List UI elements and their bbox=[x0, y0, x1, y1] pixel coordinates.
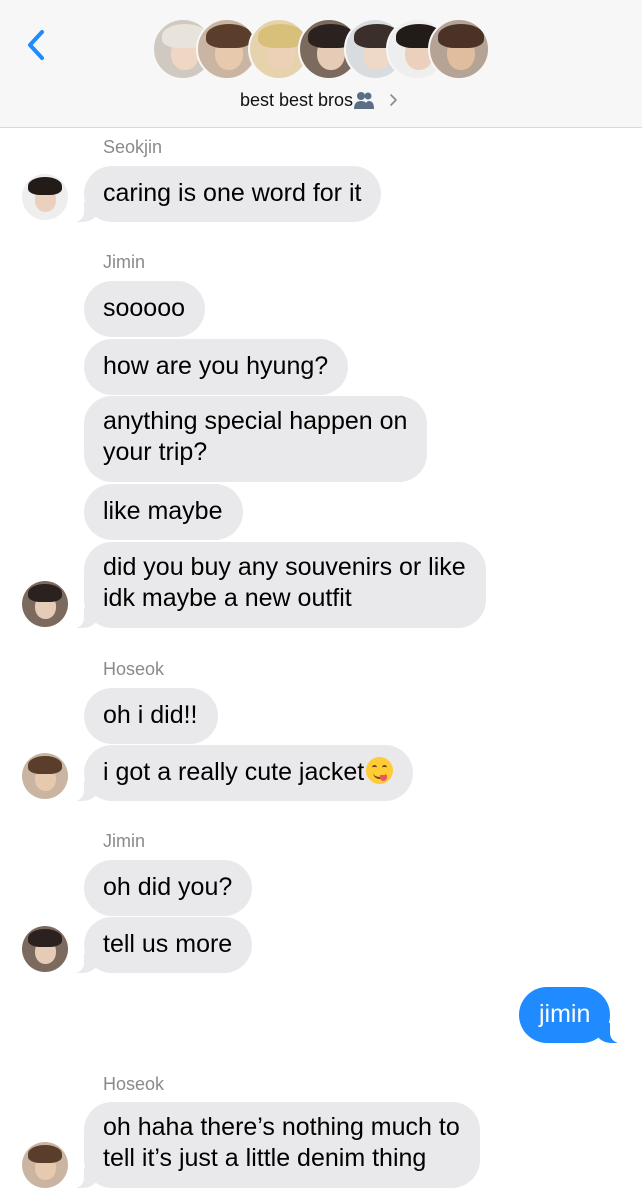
message-bubble[interactable]: caring is one word for it bbox=[71, 166, 382, 222]
message-text: sooooo bbox=[103, 294, 186, 322]
sender-name: Seokjin bbox=[103, 137, 163, 157]
avatar-hair bbox=[438, 24, 484, 48]
avatar-hair bbox=[28, 177, 62, 195]
avatar-hair bbox=[28, 929, 62, 947]
chevron-right-icon bbox=[390, 94, 397, 107]
message-bubble[interactable]: oh i did!! bbox=[84, 688, 218, 744]
message-text-line: oh haha there’s nothing much to bbox=[103, 1113, 460, 1141]
sender-avatar[interactable] bbox=[22, 1142, 68, 1188]
sender-avatar[interactable] bbox=[22, 581, 68, 627]
message-text-line: tell it’s just a little denim thing bbox=[103, 1144, 427, 1172]
sender-avatar[interactable] bbox=[22, 753, 68, 799]
message-text: jimin bbox=[539, 1000, 591, 1028]
sender-name: Hoseok bbox=[103, 659, 165, 679]
sender-name: Jimin bbox=[103, 252, 146, 272]
sender-avatar[interactable] bbox=[22, 174, 68, 220]
avatar-hair bbox=[28, 1145, 62, 1163]
message-bubble[interactable]: oh did you? bbox=[84, 860, 253, 916]
outgoing-message-bubble[interactable]: jimin bbox=[519, 987, 623, 1043]
message-bubble[interactable]: like maybe bbox=[84, 484, 243, 540]
message-bubble[interactable]: oh haha there’s nothing much to tell it’… bbox=[72, 1102, 480, 1188]
message-text-line: idk maybe a new outfit bbox=[103, 584, 352, 612]
message-text-line: did you buy any souvenirs or like bbox=[103, 553, 466, 581]
group-name: best best bros bbox=[239, 90, 354, 111]
message-text: oh did you? bbox=[103, 873, 233, 901]
message-text-line: your trip? bbox=[103, 438, 208, 466]
message-bubble[interactable]: sooooo bbox=[84, 281, 206, 337]
message-bubble[interactable]: did you buy any souvenirs or like idk ma… bbox=[72, 542, 486, 628]
conversation-header: best best bros bbox=[0, 0, 642, 128]
sender-name: Jimin bbox=[103, 831, 146, 851]
message-bubble[interactable]: tell us more bbox=[71, 917, 253, 973]
group-avatar-stack[interactable] bbox=[152, 18, 492, 84]
sender-avatar[interactable] bbox=[22, 926, 68, 972]
people-icon bbox=[354, 92, 375, 110]
message-bubble[interactable]: how are you hyung? bbox=[84, 339, 349, 395]
message-bubble[interactable]: anything special happen on your trip? bbox=[84, 396, 428, 482]
message-text: caring is one word for it bbox=[103, 179, 362, 207]
avatar-hair bbox=[258, 24, 304, 48]
sender-name: Hoseok bbox=[103, 1074, 165, 1094]
avatar-hair bbox=[206, 24, 252, 48]
avatar-hair bbox=[28, 756, 62, 774]
message-text: tell us more bbox=[103, 930, 233, 958]
back-button[interactable] bbox=[22, 26, 52, 66]
message-text: like maybe bbox=[103, 497, 223, 525]
avatar-hair bbox=[28, 584, 62, 602]
face-savoring-food-emoji bbox=[366, 757, 394, 784]
chevron-left-icon bbox=[28, 30, 44, 60]
message-text: how are you hyung? bbox=[103, 352, 329, 380]
message-text: i got a really cute jacket bbox=[103, 758, 365, 786]
avatar bbox=[428, 18, 490, 80]
group-name-button[interactable]: best best bros bbox=[0, 88, 642, 111]
message-text: oh i did!! bbox=[103, 701, 198, 729]
message-bubble[interactable]: i got a really cute jacket bbox=[71, 745, 414, 801]
message-text-line: anything special happen on bbox=[103, 407, 408, 435]
